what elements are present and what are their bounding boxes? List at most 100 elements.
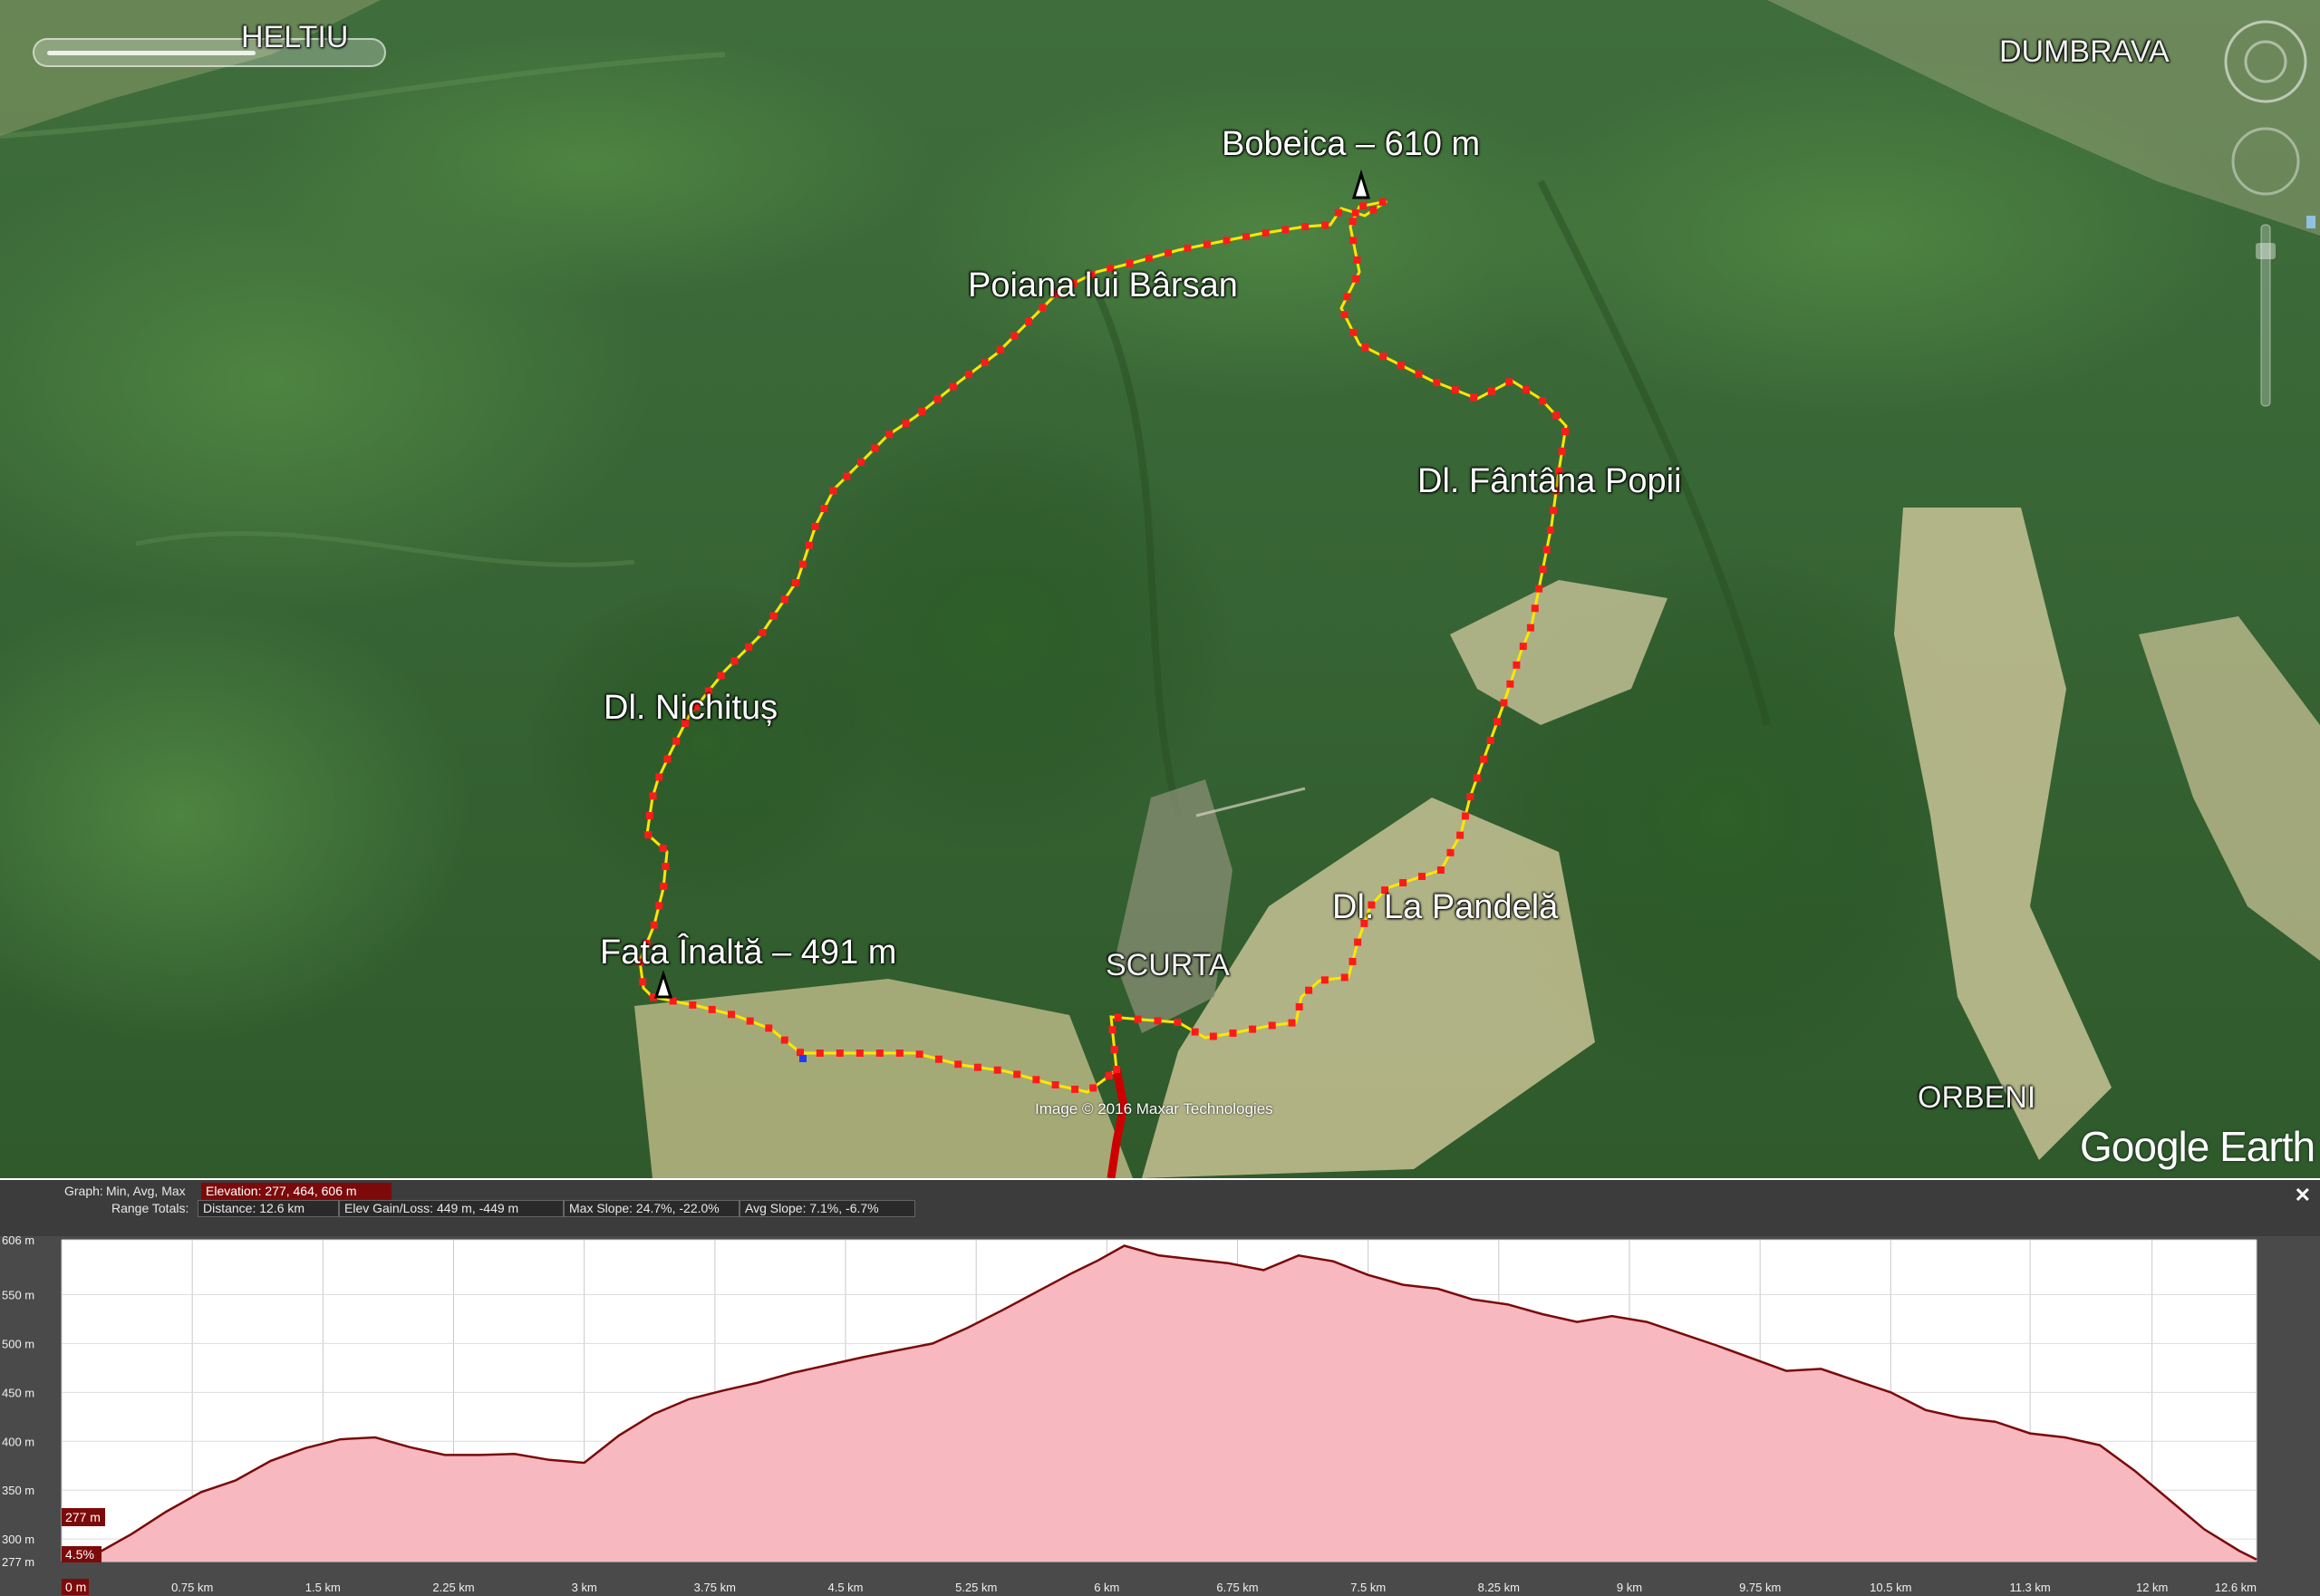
imagery-attribution: Image © 2016 Maxar Technologies [1035, 1100, 1273, 1117]
x-tick-label: 2.25 km [432, 1581, 474, 1594]
x-tick-label: 6.75 km [1216, 1581, 1258, 1594]
route-waypoint [1191, 1028, 1199, 1036]
route-waypoint [1552, 411, 1561, 420]
cursor-slope-label: 4.5% [65, 1547, 94, 1562]
route-waypoint [1418, 873, 1426, 880]
route-waypoint [728, 1011, 735, 1019]
route-waypoint [1486, 737, 1494, 744]
zoom-slider-handle[interactable] [2256, 243, 2276, 259]
route-waypoint [663, 755, 672, 763]
route-waypoint [1223, 237, 1231, 245]
route-waypoint [1466, 793, 1474, 801]
route-waypoint [644, 831, 652, 839]
route-waypoint [816, 1049, 824, 1057]
x-tick-label: 8.25 km [1478, 1581, 1520, 1594]
x-tick-label: 3 km [572, 1581, 597, 1594]
route-waypoint [1473, 774, 1481, 782]
route-waypoint [655, 902, 663, 910]
route-waypoint [1500, 699, 1508, 707]
x-tick-label: 4.5 km [827, 1581, 863, 1594]
route-waypoint [965, 371, 973, 379]
label-fantana-popii: Dl. Fântâna Popii [1417, 462, 1682, 500]
route-waypoint [1340, 973, 1348, 982]
range-totals-label: Range Totals: [111, 1201, 189, 1215]
route-waypoint [1165, 249, 1172, 257]
route-waypoint [1334, 208, 1342, 217]
route-waypoint [746, 1017, 754, 1025]
elevation-stats: Elevation: 277, 464, 606 m [201, 1183, 392, 1200]
route-waypoint [811, 522, 819, 530]
label-orbeni: ORBENI [1918, 1080, 2036, 1115]
profile-header: Graph: Min, Avg, Max Elevation: 277, 464… [0, 1180, 2320, 1236]
route-waypoint [875, 1049, 884, 1057]
route-waypoint [1487, 387, 1495, 395]
route-waypoint [1506, 680, 1514, 688]
route-waypoint [1349, 237, 1358, 245]
route-waypoint [1378, 198, 1387, 206]
route-waypoint [780, 595, 788, 604]
route-waypoint [1209, 1032, 1217, 1040]
route-waypoint [1550, 507, 1558, 515]
route-waypoint [1110, 1046, 1118, 1054]
y-tick-label: 400 m [2, 1435, 34, 1448]
route-waypoint [1505, 378, 1513, 386]
navigation-controls[interactable] [2216, 16, 2315, 415]
route-waypoint [659, 845, 667, 852]
route-waypoint [996, 346, 1004, 354]
route-waypoint [1433, 379, 1441, 387]
route-waypoint [1134, 1015, 1142, 1023]
route-waypoint [655, 773, 663, 781]
route-waypoint [915, 1050, 923, 1059]
y-tick-label: 450 m [2, 1386, 34, 1399]
route-waypoint [1513, 661, 1521, 669]
route-waypoint [646, 812, 653, 819]
route-waypoint [1494, 718, 1502, 726]
route-waypoint [973, 1063, 981, 1071]
route-waypoint [954, 1060, 962, 1069]
cursor-elevation-label: 277 m [65, 1510, 101, 1524]
label-la-pandela: Dl. La Pandelă [1332, 888, 1559, 926]
elevation-chart[interactable]: 606 m 550 m 500 m 450 m 400 m 350 m 300 m 277 m… [0, 1236, 2320, 1596]
route-waypoint [1348, 957, 1357, 965]
route-waypoint [1531, 605, 1539, 613]
route-waypoint [885, 430, 894, 439]
look-joystick-icon[interactable] [2231, 127, 2300, 196]
route-waypoint [1113, 1066, 1120, 1073]
y-tick-label: 277 m [2, 1555, 34, 1569]
route-waypoint [1145, 255, 1153, 262]
route-waypoint [1343, 293, 1351, 301]
route-waypoint [918, 408, 926, 416]
route-waypoint [934, 1055, 942, 1063]
cursor-distance-label: 0 m [65, 1580, 86, 1594]
route-waypoint [857, 459, 865, 466]
route-waypoint [769, 612, 778, 620]
route-waypoint [780, 1036, 788, 1044]
graph-options[interactable]: Min, Avg, Max [102, 1183, 190, 1200]
route-waypoint [1108, 1026, 1116, 1034]
x-tick-label: 5.25 km [955, 1581, 997, 1594]
route-waypoint [1379, 353, 1387, 361]
route-waypoint [902, 420, 910, 427]
satellite-map[interactable]: HELTIU DUMBRAVA Bobeica – 610 m Poiana l… [0, 0, 2320, 1178]
route-waypoint [1446, 848, 1455, 856]
route-waypoint [1295, 1002, 1303, 1011]
y-tick-label: 300 m [2, 1533, 34, 1546]
route-waypoint [730, 657, 739, 665]
route-waypoint [1105, 1072, 1113, 1079]
profile-cursor[interactable]: 0 m 277 m 4.5% [62, 1508, 105, 1595]
route-waypoint [1025, 318, 1032, 325]
route-waypoint [829, 487, 837, 495]
route-waypoint [1369, 206, 1378, 214]
route-waypoint [1519, 643, 1527, 651]
route-waypoint [792, 579, 799, 586]
x-tick-label: 9.75 km [1739, 1581, 1781, 1594]
route-waypoint [1352, 275, 1360, 283]
route-waypoint [1558, 447, 1566, 455]
route-waypoint [660, 882, 668, 890]
google-earth-logo: Google Earth [2080, 1123, 2315, 1170]
compass-ring-icon[interactable] [2224, 20, 2307, 103]
close-profile-button[interactable]: ✕ [2295, 1184, 2311, 1207]
x-tick-label: 6 km [1094, 1581, 1119, 1594]
distance-stat: Distance: 12.6 km [198, 1200, 339, 1217]
route-waypoint [1288, 1019, 1296, 1027]
